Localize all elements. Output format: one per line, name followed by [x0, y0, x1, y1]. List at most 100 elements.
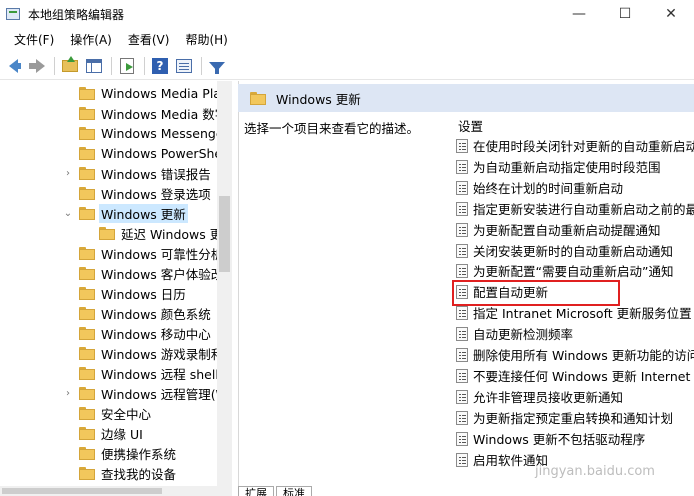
- tree-item-label: 查找我的设备: [101, 466, 177, 482]
- policy-setting-row[interactable]: 指定更新安装进行自动重新启动之前的最后: [456, 198, 694, 219]
- folder-icon: [79, 346, 95, 360]
- folder-icon: [79, 146, 95, 160]
- policy-setting-icon: [456, 243, 468, 258]
- close-button[interactable]: ✕: [648, 0, 694, 28]
- policy-setting-label: 为更新配置自动重新启动提醒通知: [473, 223, 661, 238]
- policy-setting-icon: [456, 305, 468, 320]
- policy-setting-icon: [456, 201, 468, 216]
- policy-setting-row[interactable]: 关闭安装更新时的自动重新启动通知: [456, 240, 673, 261]
- folder-icon: [79, 306, 95, 320]
- tree-item[interactable]: 便携操作系统: [79, 443, 176, 463]
- menu-bar: 文件(F) 操作(A) 查看(V) 帮助(H): [0, 28, 694, 52]
- title-bar: 本地组策略编辑器 — ☐ ✕: [0, 0, 694, 28]
- toolbar-separator: [54, 56, 55, 75]
- policy-setting-row[interactable]: 始终在计划的时间重新启动: [456, 177, 623, 198]
- tree-item-label: Windows Messenger: [101, 125, 229, 141]
- back-arrow-icon[interactable]: [2, 55, 24, 77]
- folder-icon: [79, 186, 95, 200]
- collapsed-chevron-icon[interactable]: ›: [63, 388, 73, 399]
- policy-setting-row[interactable]: 为更新指定预定重启转换和通知计划: [456, 407, 673, 428]
- policy-setting-label: 删除使用所有 Windows 更新功能的访问权: [473, 348, 694, 363]
- tree-item[interactable]: Windows 游戏录制和: [79, 343, 223, 363]
- policy-setting-label: 自动更新检测频率: [473, 327, 574, 342]
- policy-setting-icon: [456, 431, 468, 446]
- tree-item[interactable]: › Windows 错误报告: [66, 163, 211, 183]
- tree-item[interactable]: › Windows 远程管理(W: [66, 383, 228, 403]
- tree-item[interactable]: Windows Messenger: [79, 123, 229, 143]
- collapsed-chevron-icon[interactable]: ›: [63, 168, 73, 179]
- tree-item[interactable]: Windows PowerShe: [79, 143, 222, 163]
- policy-setting-label: 关闭安装更新时的自动重新启动通知: [473, 244, 674, 259]
- policy-setting-label: Windows 更新不包括驱动程序: [473, 432, 646, 447]
- tree-item[interactable]: 延迟 Windows 更: [99, 223, 222, 243]
- toolbar-separator: [201, 56, 202, 75]
- settings-column-header[interactable]: 设置: [458, 116, 483, 135]
- tree-pane: Windows Media Pla Windows Media 数字 Windows…: [0, 81, 232, 496]
- tree-hscroll-thumb[interactable]: [2, 488, 162, 494]
- menu-view[interactable]: 查看(V): [120, 28, 178, 52]
- highlight-annotation: [452, 280, 620, 306]
- policy-setting-row[interactable]: 为更新配置自动重新启动提醒通知: [456, 219, 661, 240]
- policy-setting-row[interactable]: 删除使用所有 Windows 更新功能的访问权: [456, 344, 694, 365]
- tree-item[interactable]: Windows 颜色系统: [79, 303, 211, 323]
- tree-item-label: Windows 远程 shell: [101, 366, 219, 382]
- filter-icon[interactable]: [206, 55, 228, 77]
- forward-arrow-icon[interactable]: [26, 55, 48, 77]
- policy-setting-row[interactable]: 为更新配置“需要自动重新启动”通知: [456, 260, 673, 281]
- tree-item[interactable]: Windows 日历: [79, 283, 186, 303]
- tree-item-label: Windows 更新: [99, 203, 188, 223]
- folder-icon: [79, 126, 95, 140]
- maximize-button[interactable]: ☐: [602, 0, 648, 28]
- folder-icon: [79, 426, 95, 440]
- tree-item-label: Windows 客户体验改: [101, 266, 224, 282]
- tree-item[interactable]: Windows 登录选项: [79, 183, 211, 203]
- policy-setting-label: 在使用时段关闭针对更新的自动重新启动: [473, 139, 694, 154]
- policy-setting-icon: [456, 326, 468, 341]
- folder-icon: [79, 206, 95, 220]
- policy-setting-label: 为自动重新启动指定使用时段范围: [473, 160, 661, 175]
- tree-item-label: Windows 游戏录制和: [101, 346, 224, 362]
- folder-icon: [99, 226, 115, 240]
- tree-item[interactable]: Windows 远程 shell: [79, 363, 219, 383]
- tree-item-label: 延迟 Windows 更: [121, 226, 223, 242]
- tree-item[interactable]: Windows 客户体验改: [79, 263, 223, 283]
- details-header: Windows 更新: [238, 84, 694, 112]
- policy-setting-label: 指定更新安装进行自动重新启动之前的最后: [473, 202, 694, 217]
- tab-standard[interactable]: 标准: [276, 486, 312, 496]
- up-folder-icon[interactable]: [59, 55, 81, 77]
- tree-item[interactable]: 边缘 UI: [79, 423, 143, 443]
- folder-icon: [79, 106, 95, 120]
- properties-icon[interactable]: [173, 55, 195, 77]
- help-icon[interactable]: ?: [149, 55, 171, 77]
- policy-setting-label: 为更新指定预定重启转换和通知计划: [473, 411, 674, 426]
- policy-setting-icon: [456, 389, 468, 404]
- tree-item[interactable]: Windows 移动中心: [79, 323, 211, 343]
- tree-item[interactable]: Windows Media Pla: [79, 83, 221, 103]
- tree-item[interactable]: 安全中心: [79, 403, 151, 423]
- tree-scroll-thumb[interactable]: [219, 196, 230, 272]
- tree-item[interactable]: ⌄ Windows 更新: [64, 203, 188, 223]
- policy-setting-row[interactable]: 在使用时段关闭针对更新的自动重新启动: [456, 135, 694, 156]
- window-title: 本地组策略编辑器: [28, 7, 125, 22]
- policy-setting-icon: [456, 263, 468, 278]
- tree-item-label: Windows 登录选项: [101, 186, 211, 202]
- export-list-icon[interactable]: [116, 55, 138, 77]
- policy-setting-row[interactable]: 为自动重新启动指定使用时段范围: [456, 156, 661, 177]
- policy-setting-row[interactable]: Windows 更新不包括驱动程序: [456, 428, 645, 449]
- tree-vertical-scrollbar[interactable]: [217, 81, 232, 496]
- tab-extended[interactable]: 扩展: [238, 486, 274, 496]
- tree-item[interactable]: Windows 可靠性分析: [79, 243, 223, 263]
- policy-setting-row[interactable]: 允许非管理员接收更新通知: [456, 386, 623, 407]
- expanded-chevron-icon[interactable]: ⌄: [63, 208, 73, 219]
- policy-setting-row[interactable]: 不要连接任何 Windows 更新 Internet 位: [456, 365, 694, 386]
- folder-icon: [79, 286, 95, 300]
- minimize-button[interactable]: —: [556, 0, 602, 28]
- tree-item[interactable]: 查找我的设备: [79, 463, 176, 483]
- tree-item[interactable]: Windows Media 数字: [79, 103, 227, 123]
- menu-file[interactable]: 文件(F): [6, 28, 62, 52]
- menu-action[interactable]: 操作(A): [62, 28, 120, 52]
- policy-setting-row[interactable]: 自动更新检测频率: [456, 323, 573, 344]
- show-hide-tree-icon[interactable]: [83, 55, 105, 77]
- menu-help[interactable]: 帮助(H): [177, 28, 235, 52]
- policy-setting-icon: [456, 410, 468, 425]
